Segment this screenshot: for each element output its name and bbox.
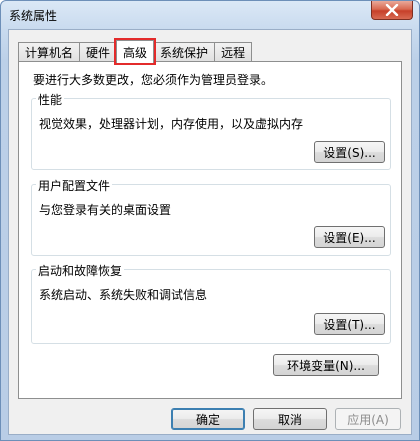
tab-remote[interactable]: 远程	[214, 42, 253, 62]
startup-recovery-settings-button[interactable]: 设置(T)...	[314, 313, 385, 335]
tab-advanced[interactable]: 高级	[114, 38, 157, 65]
tab-hardware[interactable]: 硬件	[79, 42, 118, 62]
close-button[interactable]	[371, 1, 413, 20]
apply-button[interactable]: 应用(A)	[335, 408, 401, 430]
tab-strip: 计算机名 硬件 高级 系统保护 远程	[18, 38, 253, 65]
admin-notice: 要进行大多数更改，您必须作为管理员登录。	[33, 73, 274, 87]
system-properties-window: 系统属性 计算机名 硬件 高级 系统保护 远程 要进行大多数更改，您必须作为管理…	[0, 0, 420, 441]
environment-variables-button[interactable]: 环境变量(N)...	[273, 354, 379, 376]
close-icon	[385, 4, 399, 16]
startup-recovery-description: 系统启动、系统失败和调试信息	[39, 288, 208, 302]
cancel-button[interactable]: 取消	[253, 408, 327, 430]
ok-button[interactable]: 确定	[171, 408, 245, 430]
startup-recovery-group: 启动和故障恢复 系统启动、系统失败和调试信息 设置(T)...	[31, 262, 391, 344]
user-profiles-settings-button[interactable]: 设置(E)...	[314, 226, 385, 248]
performance-title: 性能	[36, 91, 65, 108]
window-title: 系统属性	[9, 9, 58, 23]
startup-recovery-title: 启动和故障恢复	[36, 262, 125, 279]
user-profiles-description: 与您登录有关的桌面设置	[39, 203, 172, 217]
performance-settings-button[interactable]: 设置(S)...	[314, 141, 385, 163]
tab-system-protection[interactable]: 系统保护	[153, 42, 216, 62]
tab-computer-name[interactable]: 计算机名	[18, 42, 81, 62]
advanced-tab-panel: 要进行大多数更改，您必须作为管理员登录。 性能 视觉效果，处理器计划，内存使用，…	[18, 61, 402, 399]
performance-group: 性能 视觉效果，处理器计划，内存使用，以及虚拟内存 设置(S)...	[31, 91, 391, 170]
user-profiles-group: 用户配置文件 与您登录有关的桌面设置 设置(E)...	[31, 177, 391, 256]
user-profiles-title: 用户配置文件	[36, 177, 113, 194]
performance-description: 视觉效果，处理器计划，内存使用，以及虚拟内存	[39, 117, 304, 131]
dialog-client-area: 计算机名 硬件 高级 系统保护 远程 要进行大多数更改，您必须作为管理员登录。 …	[8, 29, 412, 435]
